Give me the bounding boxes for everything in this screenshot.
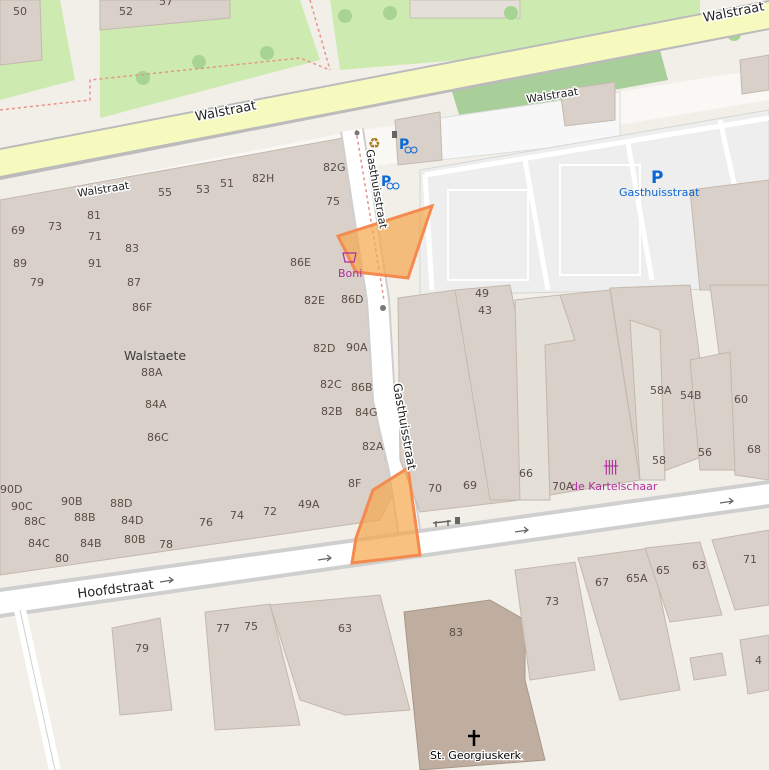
- house-number: 91: [88, 257, 102, 270]
- house-number: 90B: [61, 495, 83, 508]
- house-number: 79: [30, 276, 44, 289]
- house-number: 86D: [341, 293, 363, 306]
- svg-text:P: P: [381, 174, 391, 190]
- house-number: 65: [656, 564, 670, 577]
- house-number: 63: [338, 622, 352, 635]
- house-number: 52: [119, 5, 133, 18]
- house-number: 86B: [351, 381, 373, 394]
- house-number: 68: [747, 443, 761, 456]
- house-number: 80B: [124, 533, 146, 546]
- house-number: 63: [692, 559, 706, 572]
- house-number: 76: [199, 516, 213, 529]
- house-number: 51: [220, 177, 234, 190]
- house-number: 58A: [650, 384, 672, 397]
- house-number: 75: [326, 195, 340, 208]
- house-number: 82H: [252, 172, 274, 185]
- waste-basket-icon[interactable]: [392, 131, 397, 138]
- house-number: 82E: [304, 294, 325, 307]
- house-number: 90A: [346, 341, 368, 354]
- house-number: 8F: [348, 477, 361, 490]
- church-label: St. Georgiuskerk: [430, 749, 522, 762]
- house-number: 82A: [362, 440, 384, 453]
- house-number: 81: [87, 209, 101, 222]
- house-number: 82D: [313, 342, 335, 355]
- house-number: 49: [475, 287, 489, 300]
- house-number: 56: [698, 446, 712, 459]
- house-number: 84D: [121, 514, 143, 527]
- house-number: 72: [263, 505, 277, 518]
- house-number: 69: [463, 479, 477, 492]
- house-number: 71: [743, 553, 757, 566]
- craft-icon[interactable]: 卌: [603, 458, 619, 477]
- house-number: 54B: [680, 389, 702, 402]
- house-number: 82C: [320, 378, 342, 391]
- node-marker: [380, 305, 386, 311]
- house-number: 82B: [321, 405, 343, 418]
- house-number: 78: [159, 538, 173, 551]
- house-number: 75: [244, 620, 258, 633]
- house-number: 43: [478, 304, 492, 317]
- house-number: 86E: [290, 256, 311, 269]
- house-number: 71: [88, 230, 102, 243]
- parking-icon[interactable]: P: [651, 168, 663, 188]
- house-number: 60: [734, 393, 748, 406]
- house-number: 79: [135, 642, 149, 655]
- house-number: 90D: [0, 483, 22, 496]
- recycling-icon[interactable]: ♻: [368, 136, 381, 152]
- map-canvas[interactable]: Walstraat Walstraat Walstraat Walstraat …: [0, 0, 769, 770]
- node-marker: [354, 130, 360, 136]
- shop-label: Boni: [338, 267, 362, 280]
- house-number: 90C: [11, 500, 33, 513]
- house-number: 84A: [145, 398, 167, 411]
- svg-text:♻: ♻: [368, 136, 381, 152]
- svg-text:P: P: [399, 137, 409, 153]
- house-number: 65A: [626, 572, 648, 585]
- house-number: 89: [13, 257, 27, 270]
- house-number: 88C: [24, 515, 46, 528]
- house-number: 70A: [552, 480, 574, 493]
- house-number: 82G: [323, 161, 346, 174]
- house-number: 83: [125, 242, 139, 255]
- waste-basket-icon[interactable]: [455, 517, 460, 524]
- house-number: 50: [13, 5, 27, 18]
- walstaete-block[interactable]: [0, 134, 406, 576]
- house-number: 87: [127, 276, 141, 289]
- house-number: 77: [216, 622, 230, 635]
- house-number: 80: [55, 552, 69, 565]
- house-number: 58: [652, 454, 666, 467]
- house-number: 53: [196, 183, 210, 196]
- house-number: 69: [11, 224, 25, 237]
- parking-label: Gasthuisstraat: [619, 186, 700, 199]
- svg-text:P: P: [651, 168, 663, 188]
- walstaete-label: Walstaete: [124, 348, 186, 363]
- house-number: 88B: [74, 511, 96, 524]
- house-number: 57: [159, 0, 173, 8]
- house-number: 67: [595, 576, 609, 589]
- house-number: 84G: [355, 406, 378, 419]
- house-number: 86F: [132, 301, 152, 314]
- house-number: 73: [545, 595, 559, 608]
- house-number: 49A: [298, 498, 320, 511]
- svg-text:卌: 卌: [603, 458, 619, 477]
- kartelschaar-label: de Kartelschaar: [571, 480, 658, 493]
- house-number: 88D: [110, 497, 132, 510]
- house-number: 86C: [147, 431, 169, 444]
- house-number: 84B: [80, 537, 102, 550]
- house-number: 73: [48, 220, 62, 233]
- house-number: 88A: [141, 366, 163, 379]
- house-number: 70: [428, 482, 442, 495]
- house-number: 83: [449, 626, 463, 639]
- house-number: 74: [230, 509, 244, 522]
- house-number: 84C: [28, 537, 50, 550]
- house-number: 4: [755, 654, 762, 667]
- house-number: 55: [158, 186, 172, 199]
- house-number: 66: [519, 467, 533, 480]
